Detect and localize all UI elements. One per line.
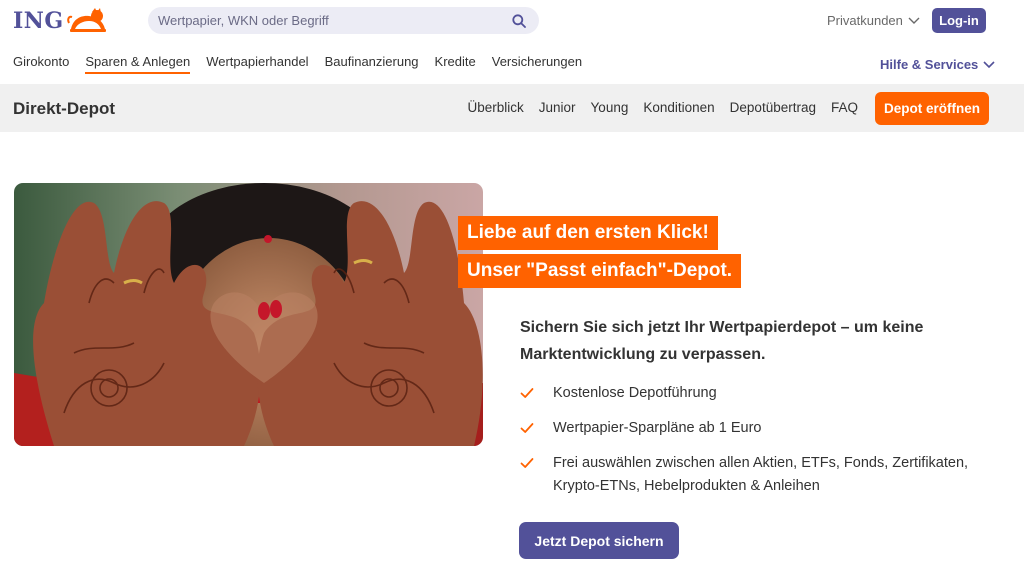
login-button[interactable]: Log-in [932,8,986,33]
subnav-konditionen[interactable]: Konditionen [643,100,714,115]
subnav-depotuebertrag[interactable]: Depotübertrag [730,100,816,115]
list-item: Wertpapier-Sparpläne ab 1 Euro [520,417,1000,440]
nav-item-wertpapierhandel[interactable]: Wertpapierhandel [206,54,308,74]
subnav-junior[interactable]: Junior [539,100,576,115]
nav-item-girokonto[interactable]: Girokonto [13,54,69,74]
checkmark-icon [520,423,534,433]
nav-item-baufinanzierung[interactable]: Baufinanzierung [325,54,419,74]
subnav-young[interactable]: Young [591,100,629,115]
nav-item-kredite[interactable]: Kredite [435,54,476,74]
nav-item-versicherungen[interactable]: Versicherungen [492,54,582,74]
search-input[interactable] [158,13,509,28]
hero-headline-line-1: Liebe auf den ersten Klick! [458,216,718,250]
product-subbar: Direkt-Depot Überblick Junior Young Kond… [0,84,1024,132]
help-services-dropdown[interactable]: Hilfe & Services [880,57,995,72]
feature-text: Frei auswählen zwischen allen Aktien, ET… [553,455,969,494]
open-depot-button[interactable]: Depot eröffnen [875,92,989,125]
subnav-ueberblick[interactable]: Überblick [467,100,523,115]
hero-lead-text: Sichern Sie sich jetzt Ihr Wertpapierdep… [520,319,924,363]
list-item: Frei auswählen zwischen allen Aktien, ET… [520,452,1000,498]
secure-depot-button[interactable]: Jetzt Depot sichern [519,522,679,559]
customer-segment-dropdown[interactable]: Privatkunden [827,13,920,28]
product-title: Direkt-Depot [13,99,116,118]
search-icon[interactable] [509,11,529,31]
lion-icon [66,8,106,32]
chevron-down-icon [908,17,920,24]
main-nav: Girokonto Sparen & Anlegen Wertpapierhan… [13,54,598,74]
hero-image [14,183,483,446]
top-bar: ING Privatkunden Log-in [0,0,1024,42]
subnav-faq[interactable]: FAQ [831,100,858,115]
ing-logo[interactable]: ING [13,7,109,35]
logo-wordmark: ING [13,8,64,34]
feature-text: Wertpapier-Sparpläne ab 1 Euro [553,420,762,436]
help-services-label: Hilfe & Services [880,57,979,72]
checkmark-icon [520,458,534,468]
customer-segment-label: Privatkunden [827,13,903,28]
hero-headline-line-2: Unser "Passt einfach"-Depot. [458,254,742,288]
list-item: Kostenlose Depotführung [520,382,1000,405]
feature-list: Kostenlose Depotführung Wertpapier-Sparp… [520,382,1000,510]
chevron-down-icon [983,60,995,68]
checkmark-icon [520,388,534,398]
nav-item-sparen-anlegen[interactable]: Sparen & Anlegen [85,54,190,74]
search-box [148,7,539,34]
product-subnav: Überblick Junior Young Konditionen Depot… [452,100,858,115]
feature-text: Kostenlose Depotführung [553,385,717,401]
